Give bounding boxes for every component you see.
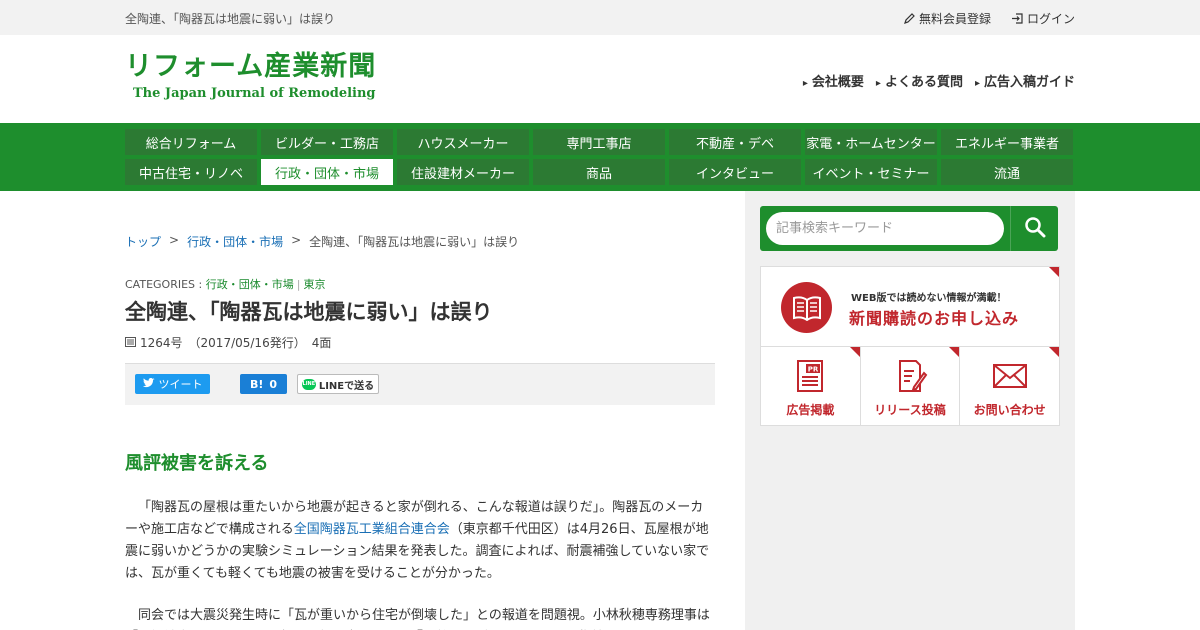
- search-input[interactable]: [766, 212, 1004, 245]
- association-link[interactable]: 全国陶器瓦工業組合連合会: [294, 522, 450, 537]
- login-link[interactable]: ログイン: [1011, 10, 1075, 27]
- tweet-label: ツイート: [158, 378, 203, 391]
- login-label: ログイン: [1026, 12, 1075, 26]
- line-share-button[interactable]: LINE LINEで送る: [297, 374, 379, 394]
- hatena-b-icon: B!: [249, 377, 264, 391]
- nav-item-realestate[interactable]: 不動産・デベ: [669, 129, 801, 155]
- breadcrumb-sep: >: [291, 233, 302, 247]
- corner-mark: [949, 347, 960, 357]
- nav-item-general-reform[interactable]: 総合リフォーム: [125, 129, 257, 155]
- search-icon: [1024, 216, 1046, 242]
- line-label: LINEで送る: [318, 380, 375, 392]
- site-logo[interactable]: リフォーム産業新聞 The Japan Journal of Remodelin…: [125, 50, 376, 101]
- nav-item-distribution[interactable]: 流通: [941, 159, 1073, 185]
- category-nav: 総合リフォーム ビルダー・工務店 ハウスメーカー 専門工事店 不動産・デベ 家電…: [0, 123, 1200, 191]
- nav-item-interview[interactable]: インタビュー: [669, 159, 801, 185]
- nav-item-energy[interactable]: エネルギー事業者: [941, 129, 1073, 155]
- document-pen-icon: [892, 347, 928, 397]
- breadcrumb-category[interactable]: 行政・団体・市場: [187, 233, 283, 250]
- login-icon: [1011, 13, 1023, 24]
- issue-text: 1264号 （2017/05/16発行） 4面: [140, 336, 332, 350]
- article-title: 全陶連、「陶器瓦は地震に弱い」は誤り: [125, 300, 493, 324]
- breadcrumb-sep: >: [169, 233, 180, 247]
- subscribe-banner[interactable]: WEB版では読めない情報が満載！ 新聞購読のお申し込み: [761, 267, 1059, 347]
- search-button[interactable]: [1010, 206, 1058, 251]
- pr-badge: PR: [808, 366, 819, 374]
- promo-big-text: 新聞購読のお申し込み: [849, 309, 1020, 328]
- mail-icon: [991, 347, 1029, 397]
- register-link[interactable]: 無料会員登録: [904, 10, 991, 27]
- promo-small-text: WEB版では読めない情報が満載！: [851, 293, 1007, 304]
- tweet-button[interactable]: ツイート: [135, 374, 210, 394]
- nav-item-homecenter[interactable]: 家電・ホームセンター: [805, 129, 937, 155]
- article-subheading: 風評被害を訴える: [125, 453, 269, 474]
- header-link-faq[interactable]: よくある質問: [876, 71, 963, 90]
- pr-document-icon: PR: [792, 347, 828, 397]
- corner-mark: [1049, 267, 1059, 277]
- article-paragraph-1: 「陶器瓦の屋根は重たいから地震が起きると家が倒れる、こんな報道は誤りだ」。陶器瓦…: [125, 497, 715, 585]
- subscription-promo: WEB版では読めない情報が満載！ 新聞購読のお申し込み PR 広告掲載 リリース…: [760, 266, 1060, 426]
- share-bar: ツイート B! 0 LINE LINEで送る: [125, 363, 715, 405]
- contact-link[interactable]: お問い合わせ: [960, 347, 1060, 425]
- top-bar: 全陶連、「陶器瓦は地震に弱い」は誤り 無料会員登録 ログイン: [0, 0, 1200, 35]
- breadcrumb-current: 全陶連、「陶器瓦は地震に弱い」は誤り: [309, 235, 520, 249]
- corner-mark: [1049, 347, 1060, 357]
- newspaper-icon: [125, 336, 136, 350]
- release-submit-link[interactable]: リリース投稿: [861, 347, 961, 425]
- ad-placement-link[interactable]: PR 広告掲載: [761, 347, 861, 425]
- corner-mark: [849, 347, 860, 357]
- category-link-tokyo[interactable]: 東京: [303, 278, 325, 291]
- header-link-ad-guide[interactable]: 広告入稿ガイド: [975, 71, 1075, 90]
- nav-item-housemaker[interactable]: ハウスメーカー: [397, 129, 529, 155]
- contact-label: お問い合わせ: [973, 403, 1046, 417]
- nav-item-event[interactable]: イベント・セミナー: [805, 159, 937, 185]
- nav-item-government[interactable]: 行政・団体・市場: [261, 159, 393, 185]
- ad-placement-label: 広告掲載: [786, 403, 835, 417]
- article-paragraph-2: 同会では大震災発生時に「瓦が重いから住宅が倒壊した」との報道を問題視。小林秋穂専…: [138, 608, 710, 623]
- top-page-title: 全陶連、「陶器瓦は地震に弱い」は誤り: [125, 12, 336, 26]
- category-link-government[interactable]: 行政・団体・市場: [206, 278, 294, 291]
- pencil-icon: [904, 13, 915, 24]
- nav-item-materials[interactable]: 住設建材メーカー: [397, 159, 529, 185]
- top-links: 無料会員登録 ログイン: [904, 10, 1075, 27]
- line-icon: LINE: [301, 378, 316, 390]
- nav-item-builder[interactable]: ビルダー・工務店: [261, 129, 393, 155]
- header-links: 会社概要 よくある質問 広告入稿ガイド: [803, 71, 1075, 90]
- nav-item-specialist[interactable]: 専門工事店: [533, 129, 665, 155]
- release-submit-label: リリース投稿: [874, 403, 946, 417]
- breadcrumb: トップ > 行政・団体・市場 > 全陶連、「陶器瓦は地震に弱い」は誤り: [125, 233, 715, 250]
- issue-info: 1264号 （2017/05/16発行） 4面: [125, 334, 715, 351]
- header-link-company[interactable]: 会社概要: [803, 71, 864, 90]
- logo-jp: リフォーム産業新聞: [125, 51, 377, 82]
- nav-item-renovation[interactable]: 中古住宅・リノベ: [125, 159, 257, 185]
- logo-en: The Japan Journal of Remodeling: [133, 86, 376, 101]
- register-label: 無料会員登録: [918, 12, 991, 26]
- site-header: リフォーム産業新聞 The Japan Journal of Remodelin…: [0, 35, 1200, 123]
- article-main: トップ > 行政・団体・市場 > 全陶連、「陶器瓦は地震に弱い」は誤り CATE…: [125, 191, 715, 630]
- article-search: [760, 206, 1058, 251]
- article-categories: CATEGORIES : 行政・団体・市場 | 東京: [125, 278, 326, 291]
- promo-cells: PR 広告掲載 リリース投稿 お問い合わせ: [761, 347, 1060, 425]
- breadcrumb-home[interactable]: トップ: [125, 233, 161, 250]
- categories-label: CATEGORIES :: [125, 278, 203, 291]
- hatena-count: 0: [269, 377, 278, 391]
- hatena-bookmark-button[interactable]: B! 0: [240, 374, 287, 394]
- book-icon: [781, 282, 832, 333]
- twitter-bird-icon: [142, 377, 155, 391]
- nav-item-products[interactable]: 商品: [533, 159, 665, 185]
